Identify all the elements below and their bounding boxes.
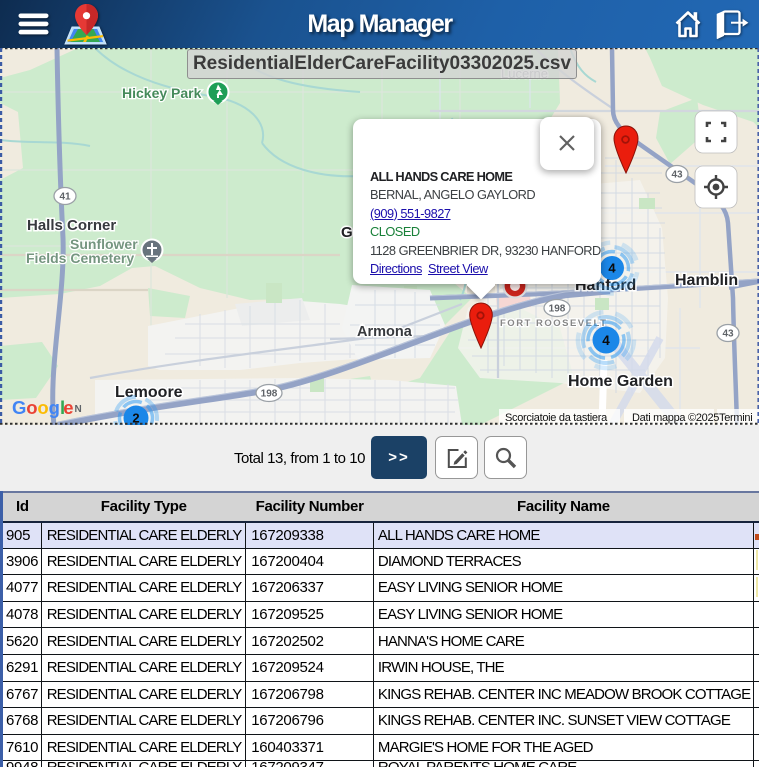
svg-text:Home Garden: Home Garden [568,373,673,390]
svg-text:N: N [75,404,82,415]
svg-text:4: 4 [608,261,616,276]
svg-text:o: o [37,397,48,418]
svg-text:Scorciatoie da tastiera: Scorciatoie da tastiera [505,412,608,424]
svg-text:Fields Cemetery: Fields Cemetery [26,250,134,266]
svg-text:43: 43 [722,329,734,340]
svg-text:198: 198 [549,304,566,315]
svg-text:o: o [26,397,37,418]
svg-text:198: 198 [261,389,278,400]
svg-text:Armona: Armona [357,324,413,340]
svg-text:Hickey Park: Hickey Park [122,85,202,101]
svg-text:Halls Corner: Halls Corner [27,217,116,234]
svg-text:e: e [63,397,73,418]
svg-text:G: G [12,397,26,418]
svg-text:g: g [49,397,60,418]
svg-text:Termini: Termini [719,412,752,424]
svg-text:Dati mappa ©2025: Dati mappa ©2025 [632,412,719,424]
svg-text:Hamblin: Hamblin [675,272,738,289]
svg-text:41: 41 [59,192,71,203]
svg-text:43: 43 [671,170,683,181]
svg-text:G: G [341,224,353,241]
svg-text:4: 4 [602,333,610,348]
